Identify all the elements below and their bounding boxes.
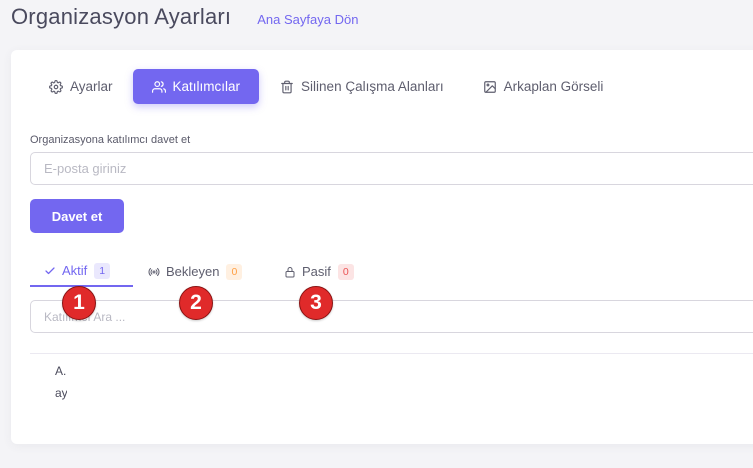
users-icon xyxy=(151,80,166,93)
subtab-pending[interactable]: Bekleyen 0 xyxy=(133,256,270,287)
trash-icon xyxy=(281,80,293,93)
participant-email: ay xyxy=(55,386,67,400)
subtab-active[interactable]: Aktif 1 xyxy=(30,256,133,287)
participant-search-input[interactable] xyxy=(30,300,753,333)
lock-icon xyxy=(285,266,295,277)
tab-deleted-workspaces[interactable]: Silinen Çalışma Alanları xyxy=(265,69,466,104)
broadcast-icon xyxy=(148,267,160,276)
tab-background-image-label: Arkaplan Görseli xyxy=(503,79,604,94)
page-title: Organizasyon Ayarları xyxy=(11,4,232,29)
settings-card: Ayarlar Katılımcılar Silinen Çalışma Ala… xyxy=(11,50,753,444)
list-divider xyxy=(30,353,753,354)
annotation-marker-1: 1 xyxy=(62,286,96,320)
annotation-marker-2: 2 xyxy=(179,286,213,320)
tab-settings[interactable]: Ayarlar xyxy=(35,69,133,104)
subtab-active-label: Aktif xyxy=(62,263,88,278)
tab-background-image[interactable]: Arkaplan Görseli xyxy=(468,69,619,104)
tab-settings-label: Ayarlar xyxy=(70,79,113,94)
tab-participants[interactable]: Katılımcılar xyxy=(132,69,260,104)
subtab-pending-label: Bekleyen xyxy=(166,264,220,279)
subtab-passive-label: Pasif xyxy=(302,264,331,279)
participant-status-tabs: Aktif 1 Bekleyen 0 Pasif 0 xyxy=(30,256,354,287)
active-count-badge: 1 xyxy=(94,262,111,279)
tab-participants-label: Katılımcılar xyxy=(172,79,241,94)
passive-count-badge: 0 xyxy=(337,263,354,280)
invite-email-input[interactable] xyxy=(30,152,753,185)
back-to-home-link[interactable]: Ana Sayfaya Dön xyxy=(257,12,358,27)
check-icon xyxy=(45,266,55,274)
settings-tabs: Ayarlar Katılımcılar Silinen Çalışma Ala… xyxy=(35,69,618,104)
pending-count-badge: 0 xyxy=(226,263,243,280)
invite-label: Organizasyona katılımcı davet et xyxy=(30,134,191,146)
page-header: Organizasyon Ayarları Ana Sayfaya Dön xyxy=(11,4,358,30)
subtab-passive[interactable]: Pasif 0 xyxy=(270,256,354,287)
annotation-marker-3: 3 xyxy=(299,286,333,320)
invite-button[interactable]: Davet et xyxy=(30,199,124,233)
participant-name: A. xyxy=(55,364,67,378)
tab-deleted-workspaces-label: Silinen Çalışma Alanları xyxy=(301,79,444,94)
gear-icon xyxy=(49,79,63,94)
image-icon xyxy=(483,80,496,93)
